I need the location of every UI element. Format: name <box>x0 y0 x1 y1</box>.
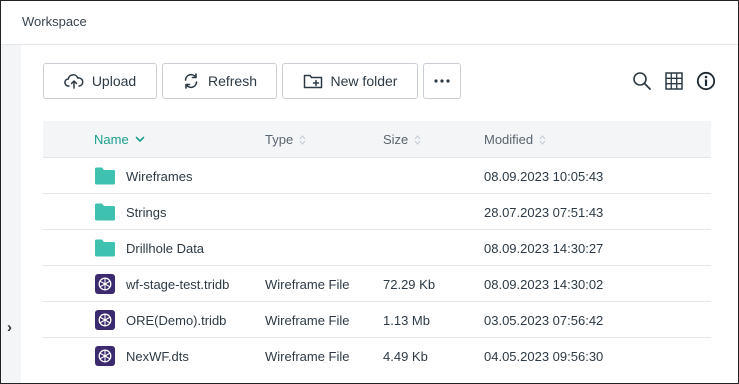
row-modified: 08.09.2023 14:30:02 <box>484 277 604 292</box>
sort-icon <box>414 134 421 145</box>
wireframe-file-icon <box>95 346 115 366</box>
title-bar: Workspace <box>1 1 738 45</box>
row-type: Wireframe File <box>265 313 350 328</box>
row-size: 1.13 Mb <box>383 313 430 328</box>
table-row[interactable]: Drillhole Data 08.09.2023 14:30:27 <box>43 229 711 265</box>
wireframe-file-icon <box>95 274 115 294</box>
sort-icon <box>299 134 306 145</box>
table-header: Name Type Size Modified <box>43 121 711 157</box>
refresh-icon <box>184 73 198 89</box>
row-name[interactable]: NexWF.dts <box>126 349 189 364</box>
chevron-right-icon[interactable]: › <box>7 320 12 335</box>
new-folder-label: New folder <box>330 73 398 89</box>
column-header-name[interactable]: Name <box>94 132 145 147</box>
wireframe-file-icon <box>95 310 115 330</box>
table-row[interactable]: wf-stage-test.tridb Wireframe File 72.29… <box>43 265 711 301</box>
sidebar-collapsed: › <box>1 45 21 383</box>
folder-icon <box>95 239 115 257</box>
file-table: Name Type Size Modified Wireframes 08.09… <box>43 121 711 373</box>
table-row[interactable]: ORE(Demo).tridb Wireframe File 1.13 Mb 0… <box>43 301 711 337</box>
upload-button[interactable]: Upload <box>43 63 157 99</box>
row-size: 72.29 Kb <box>383 277 436 292</box>
row-modified: 04.05.2023 09:56:30 <box>484 349 604 364</box>
table-row[interactable]: Strings 28.07.2023 07:51:43 <box>43 193 711 229</box>
row-name[interactable]: ORE(Demo).tridb <box>126 313 226 328</box>
row-name[interactable]: Wireframes <box>126 169 192 184</box>
column-header-modified[interactable]: Modified <box>484 132 546 147</box>
table-row[interactable]: NexWF.dts Wireframe File 4.49 Kb 04.05.2… <box>43 337 711 373</box>
window-title: Workspace <box>22 14 87 29</box>
column-size-label: Size <box>383 132 409 147</box>
more-actions-button[interactable] <box>423 63 461 99</box>
folder-plus-icon <box>303 74 322 88</box>
row-name[interactable]: Strings <box>126 205 166 220</box>
row-modified: 28.07.2023 07:51:43 <box>484 205 604 220</box>
column-modified-label: Modified <box>484 132 534 147</box>
grid-view-icon[interactable] <box>663 70 685 92</box>
refresh-button[interactable]: Refresh <box>162 63 277 99</box>
column-header-type[interactable]: Type <box>265 132 306 147</box>
cloud-upload-icon <box>63 74 84 89</box>
row-type: Wireframe File <box>265 277 350 292</box>
info-icon[interactable] <box>695 70 717 92</box>
column-name-label: Name <box>94 132 129 147</box>
row-modified: 08.09.2023 14:30:27 <box>484 241 604 256</box>
row-name[interactable]: wf-stage-test.tridb <box>126 277 229 292</box>
column-type-label: Type <box>265 132 294 147</box>
search-icon[interactable] <box>631 70 653 92</box>
folder-icon <box>95 167 115 185</box>
ellipsis-icon <box>434 79 450 83</box>
folder-icon <box>95 203 115 221</box>
refresh-label: Refresh <box>207 73 258 89</box>
new-folder-button[interactable]: New folder <box>282 63 418 99</box>
column-header-size[interactable]: Size <box>383 132 421 147</box>
row-modified: 08.09.2023 10:05:43 <box>484 169 604 184</box>
sort-descending-icon <box>135 136 144 142</box>
row-modified: 03.05.2023 07:56:42 <box>484 313 604 328</box>
table-row[interactable]: Wireframes 08.09.2023 10:05:43 <box>43 157 711 193</box>
sort-icon <box>539 134 546 145</box>
upload-label: Upload <box>91 73 137 89</box>
row-type: Wireframe File <box>265 349 350 364</box>
row-name[interactable]: Drillhole Data <box>126 241 204 256</box>
row-size: 4.49 Kb <box>383 349 428 364</box>
